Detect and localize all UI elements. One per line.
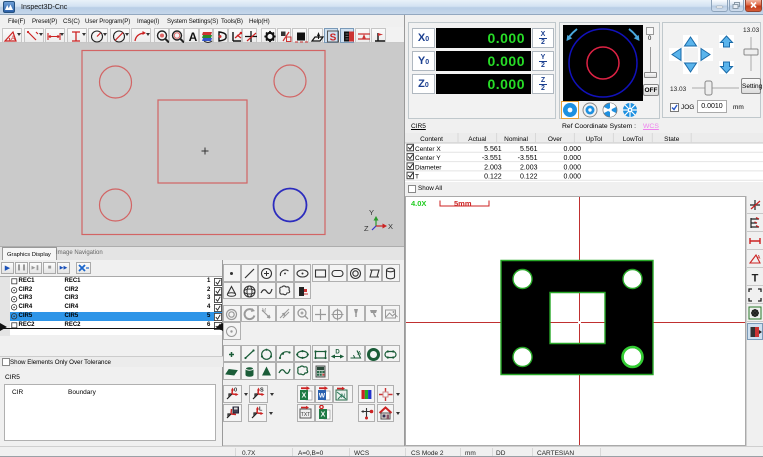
svg-text:A: A [189,30,198,44]
svg-text:0.000: 0.000 [563,164,581,171]
svg-text:4.0X: 4.0X [411,199,426,208]
svg-text:X: X [302,393,307,400]
svg-text:Center Y: Center Y [415,155,441,162]
svg-text:-3.551: -3.551 [518,155,538,162]
svg-text:N: N [341,394,345,400]
svg-text:A: A [757,255,761,261]
svg-text:S: S [329,33,336,44]
svg-text:D: D [336,349,341,355]
svg-text:Z: Z [364,224,369,233]
svg-text:2.003: 2.003 [520,164,538,171]
svg-text:Content: Content [420,136,443,143]
svg-text:UpTol: UpTol [586,136,603,143]
svg-text:0: 0 [234,388,237,394]
svg-text:5mm: 5mm [454,199,472,208]
svg-text:A: A [11,36,15,42]
svg-text:0.000: 0.000 [563,174,581,181]
svg-text:-3.551: -3.551 [482,155,502,162]
svg-text:X: X [388,222,393,231]
svg-text:State: State [664,136,680,143]
svg-text:2.003: 2.003 [484,164,502,171]
svg-text:Y: Y [369,208,374,217]
svg-text:L: L [259,407,263,413]
svg-text:0.000: 0.000 [563,155,581,162]
svg-text:Over: Over [548,136,563,143]
svg-text:13.03: 13.03 [670,86,687,93]
svg-text:Nominal: Nominal [504,136,528,143]
svg-text:13.03: 13.03 [743,27,760,34]
svg-text:M: M [262,308,266,314]
svg-text:T: T [415,174,419,181]
svg-text:X: X [321,412,326,419]
svg-text:0.122: 0.122 [520,174,538,181]
svg-text:Center X: Center X [415,146,441,153]
svg-text:S: S [260,388,264,394]
svg-text:A: A [357,351,361,357]
svg-text:5.561: 5.561 [484,146,502,153]
svg-text:0.000: 0.000 [563,146,581,153]
svg-text:LowTol: LowTol [623,136,644,143]
svg-text:0.122: 0.122 [484,174,502,181]
svg-text:Actual: Actual [468,136,487,143]
svg-text:T: T [752,273,759,285]
svg-text:TXT: TXT [301,412,310,418]
svg-text:5.561: 5.561 [520,146,538,153]
svg-text:W: W [319,393,326,400]
svg-text:Diameter: Diameter [415,164,442,171]
